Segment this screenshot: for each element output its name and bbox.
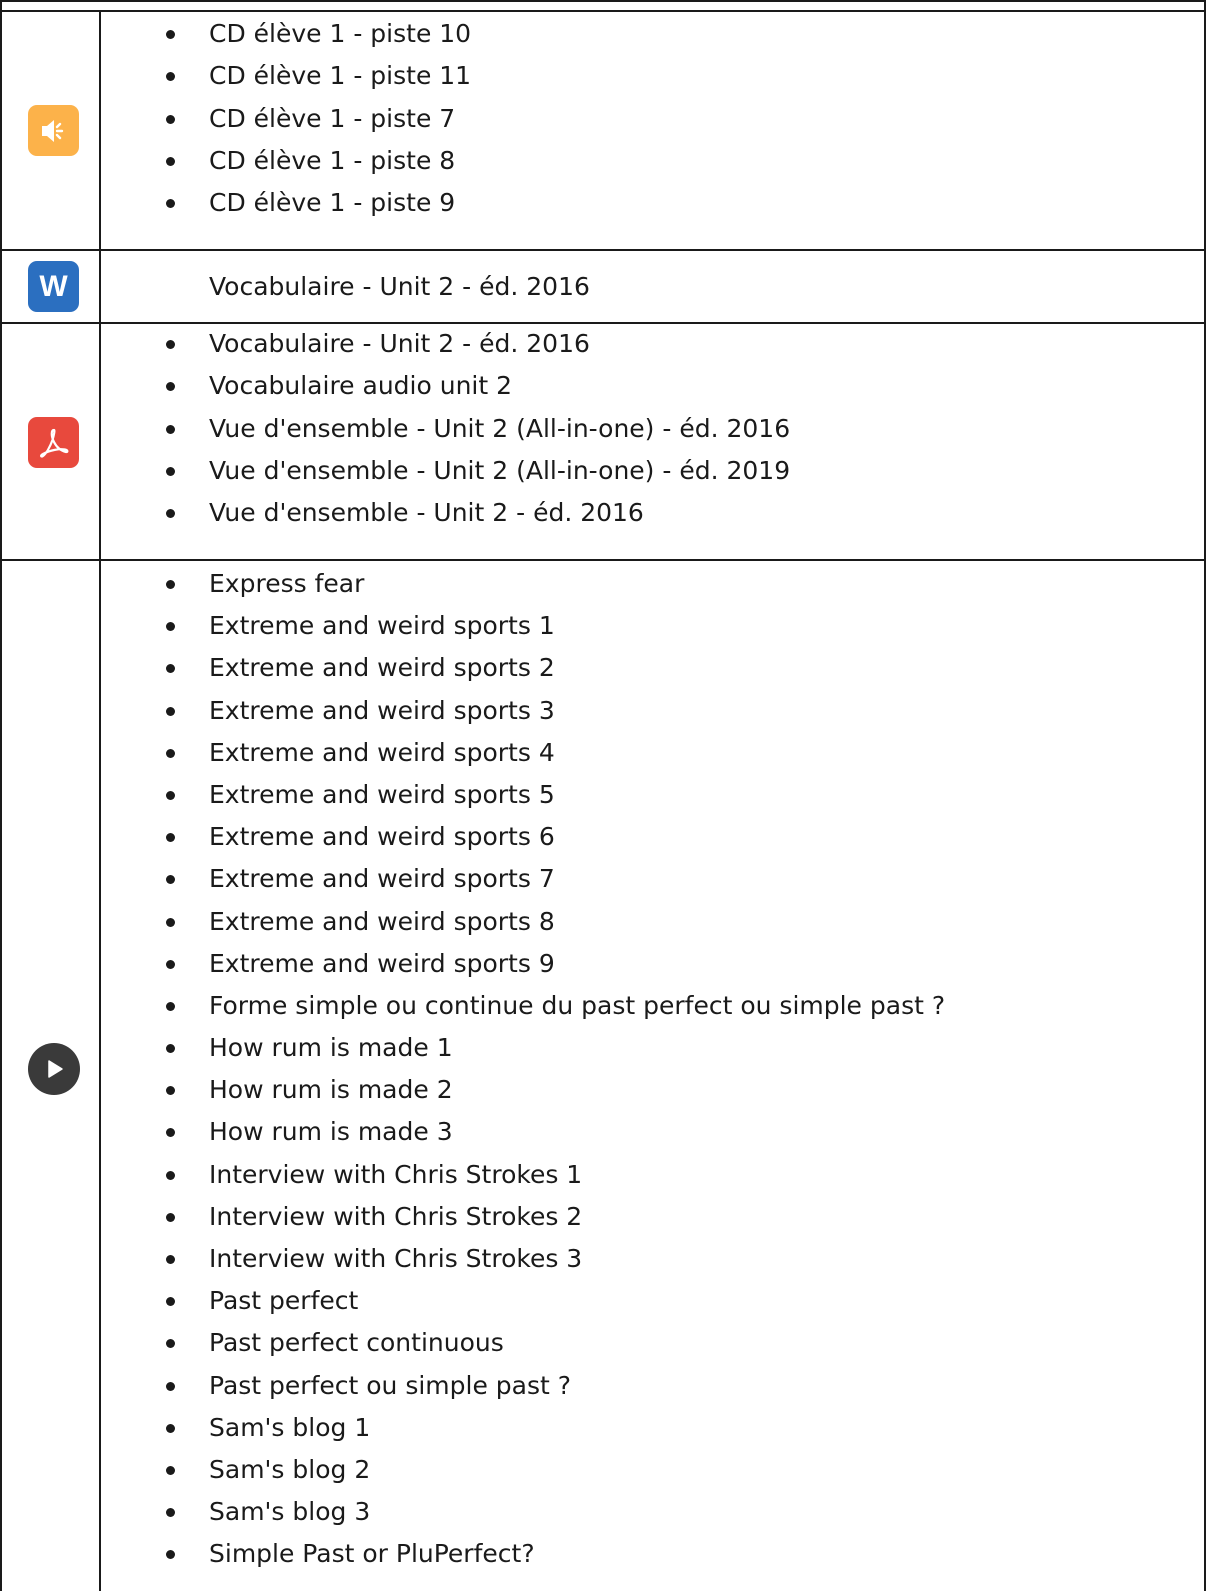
resource-link[interactable]: Extreme and weird sports 4 [0, 732, 945, 774]
resource-link[interactable]: Interview with Chris Strokes 3 [0, 1238, 945, 1280]
resource-link[interactable]: Vocabulaire audio unit 2 [0, 365, 790, 407]
resource-link[interactable]: How rum is made 2 [0, 1069, 945, 1111]
resource-link[interactable]: How rum is made 3 [0, 1111, 945, 1153]
resource-link[interactable]: Extreme and weird sports 9 [0, 943, 945, 985]
resource-link[interactable]: Interview with Chris Strokes 1 [0, 1154, 945, 1196]
resource-link[interactable]: CD élève 1 - piste 9 [0, 182, 471, 224]
resource-link[interactable]: Extreme and weird sports 7 [0, 858, 945, 900]
table-border-top [0, 10, 1206, 12]
resource-link[interactable]: Extreme and weird sports 2 [0, 647, 945, 689]
resource-link[interactable]: Extreme and weird sports 8 [0, 901, 945, 943]
resource-link[interactable]: Vue d'ensemble - Unit 2 - éd. 2016 [0, 492, 790, 534]
resource-link[interactable]: CD élève 1 - piste 10 [0, 13, 471, 55]
resource-link[interactable]: Sam's blog 3 [0, 1491, 945, 1533]
resource-link[interactable]: Extreme and weird sports 1 [0, 605, 945, 647]
resource-link[interactable]: Simple Past or PluPerfect? [0, 1533, 945, 1575]
word-document-icon: W [28, 261, 79, 312]
resource-link[interactable]: Extreme and weird sports 5 [0, 774, 945, 816]
resource-link[interactable]: Interview with Chris Strokes 2 [0, 1196, 945, 1238]
resource-link[interactable]: Sam's blog 2 [0, 1449, 945, 1491]
audio-resource-list: CD élève 1 - piste 10 CD élève 1 - piste … [0, 13, 471, 224]
row-divider [0, 249, 1206, 251]
resource-link[interactable]: Past perfect [0, 1280, 945, 1322]
resource-link[interactable]: Extreme and weird sports 3 [0, 690, 945, 732]
resource-link[interactable]: Sam's blog 1 [0, 1407, 945, 1449]
resource-link[interactable]: Express fear [0, 563, 945, 605]
resource-link[interactable]: Vue d'ensemble - Unit 2 (All-in-one) - é… [0, 408, 790, 450]
video-resource-list: Express fear Extreme and weird sports 1 Ex… [0, 563, 945, 1576]
resource-link[interactable]: CD élève 1 - piste 7 [0, 98, 471, 140]
resource-link[interactable]: Vue d'ensemble - Unit 2 (All-in-one) - é… [0, 450, 790, 492]
resource-link[interactable]: Forme simple ou continue du past perfect… [0, 985, 945, 1027]
resource-link[interactable]: Extreme and weird sports 6 [0, 816, 945, 858]
resource-link[interactable]: Vocabulaire - Unit 2 - éd. 2016 [0, 323, 790, 365]
resource-link[interactable]: How rum is made 1 [0, 1027, 945, 1069]
resource-link[interactable]: Past perfect ou simple past ? [0, 1365, 945, 1407]
pdf-resource-list: Vocabulaire - Unit 2 - éd. 2016 Vocabulai… [0, 323, 790, 534]
resource-link[interactable]: CD élève 1 - piste 11 [0, 55, 471, 97]
resource-link[interactable]: CD élève 1 - piste 8 [0, 140, 471, 182]
resource-link[interactable]: Past perfect continuous [0, 1322, 945, 1364]
row-divider [0, 559, 1206, 561]
word-resource-link[interactable]: Vocabulaire - Unit 2 - éd. 2016 [209, 266, 590, 308]
